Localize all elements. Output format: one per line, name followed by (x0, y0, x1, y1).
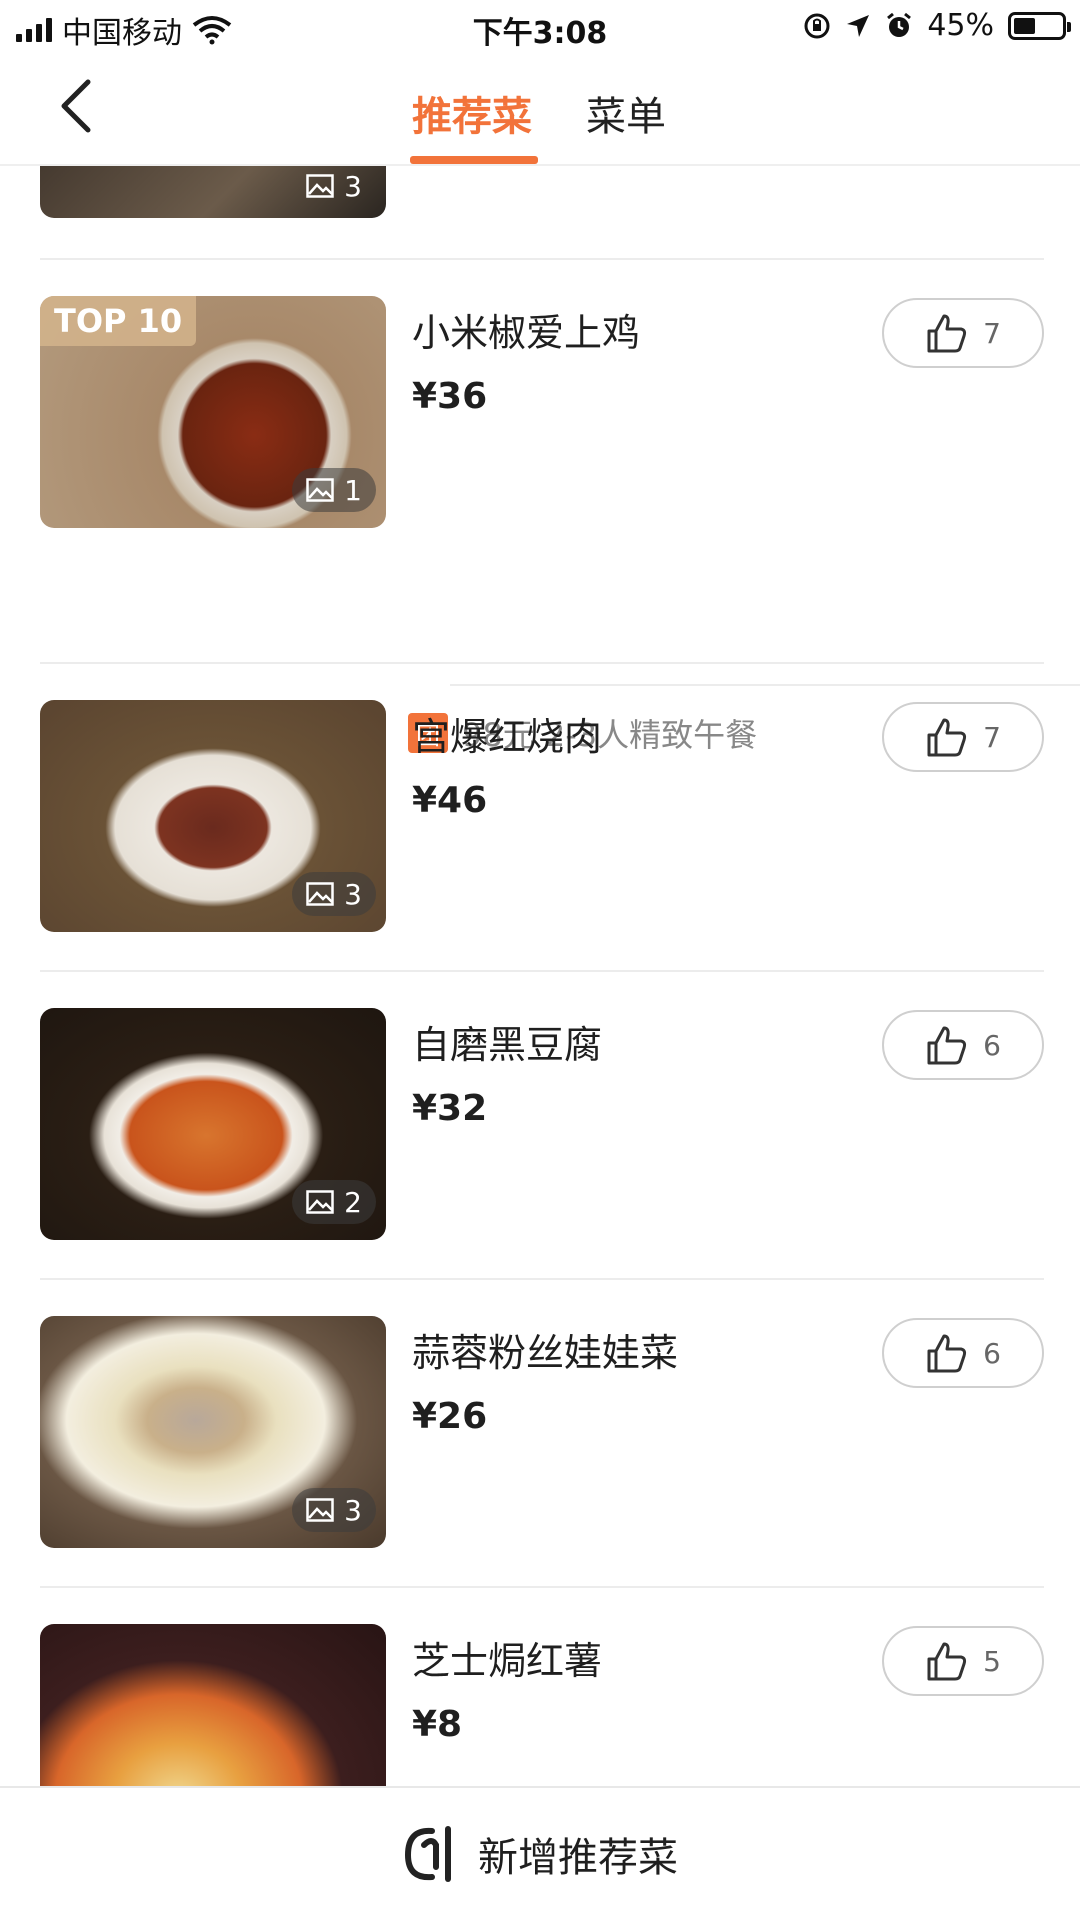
divider (40, 970, 1044, 972)
deal-divider (450, 684, 1080, 686)
like-count: 5 (983, 1644, 1001, 1678)
add-recommendation-label[interactable]: 新增推荐菜 (478, 1825, 678, 1883)
dish-photo[interactable]: TOP 10 1 (40, 296, 386, 528)
like-count: 6 (983, 1336, 1001, 1370)
dish-photo[interactable]: 3 (40, 166, 386, 218)
image-icon (306, 478, 334, 502)
like-count: 6 (983, 1028, 1001, 1062)
like-button[interactable]: 7 (882, 298, 1044, 368)
photo-count: 3 (344, 877, 362, 911)
dish-name[interactable]: 小米椒爱上鸡 (412, 302, 640, 357)
list-item[interactable]: TOP 10 1 小米椒爱上鸡 ¥36 7 团 98元 2-3人精致午餐 (40, 296, 1080, 754)
dish-list[interactable]: 3 TOP 10 1 小米椒爱上鸡 ¥36 7 团 98元 2-3人精致午餐 3… (0, 166, 1080, 1786)
photo-count-badge: 3 (292, 872, 376, 916)
thumbs-up-icon (927, 1642, 967, 1681)
thumbs-up-icon (927, 1026, 967, 1065)
dish-photo[interactable]: 2 (40, 1008, 386, 1240)
dish-name[interactable]: 自磨黑豆腐 (412, 1014, 602, 1069)
dish-price: ¥26 (412, 1396, 488, 1437)
like-button[interactable]: 6 (882, 1318, 1044, 1388)
image-icon (306, 1190, 334, 1214)
photo-count: 2 (344, 1185, 362, 1219)
image-icon (306, 882, 334, 906)
dish-photo[interactable]: 3 (40, 1316, 386, 1548)
location-icon (847, 14, 870, 37)
add-dish-icon (404, 1826, 451, 1882)
dish-name[interactable]: 宫爆红烧肉 (412, 706, 602, 761)
list-item[interactable]: 2 自磨黑豆腐 ¥32 6 (40, 1008, 1044, 1278)
list-item[interactable]: 3 蒜蓉粉丝娃娃菜 ¥26 6 (40, 1316, 1044, 1586)
chevron-left-icon[interactable] (50, 76, 110, 136)
rotation-lock-icon (804, 13, 830, 38)
like-button[interactable]: 5 (882, 1626, 1044, 1696)
like-count: 7 (983, 720, 1001, 754)
status-bar: 中国移动 下午3:08 45% (0, 0, 1080, 54)
add-recommendation-button[interactable]: 新增推荐菜 (0, 1786, 1080, 1920)
like-count: 7 (983, 316, 1001, 350)
status-right: 45% (803, 8, 1071, 43)
list-item[interactable]: 芝士焗红薯 ¥8 5 (40, 1624, 1044, 1786)
list-item-partial[interactable]: 3 (40, 166, 1040, 222)
tab-recommended[interactable]: 推荐菜 (412, 84, 532, 142)
alarm-icon (887, 12, 912, 37)
battery-icon (1008, 11, 1071, 40)
divider (40, 258, 1044, 260)
photo-count: 3 (344, 169, 362, 203)
dish-photo[interactable]: 3 (40, 700, 386, 932)
dish-price: ¥8 (412, 1704, 463, 1745)
active-tab-indicator (410, 156, 538, 164)
thumbs-up-icon (927, 314, 967, 353)
tab-menu[interactable]: 菜单 (586, 84, 666, 142)
divider (40, 1278, 1044, 1280)
photo-count-badge: 2 (292, 1180, 376, 1224)
photo-count-badge: 1 (292, 468, 376, 512)
dish-price: ¥46 (412, 780, 488, 821)
battery-percent: 45% (927, 8, 994, 43)
dish-name[interactable]: 蒜蓉粉丝娃娃菜 (412, 1322, 678, 1377)
divider (40, 662, 1044, 664)
photo-count-badge: 3 (292, 166, 376, 208)
like-button[interactable]: 6 (882, 1010, 1044, 1080)
list-item[interactable]: 3 宫爆红烧肉 ¥46 7 (40, 700, 1044, 970)
dish-name[interactable]: 芝士焗红薯 (412, 1630, 602, 1685)
photo-count-badge: 3 (292, 1488, 376, 1532)
app-screen: 中国移动 下午3:08 45% 推荐菜 菜单 3 TOP 10 1 小米椒爱上鸡… (0, 0, 1080, 1920)
nav-header: 推荐菜 菜单 (0, 54, 1080, 166)
image-icon (306, 174, 334, 198)
image-icon (306, 1498, 334, 1522)
thumbs-up-icon (927, 718, 967, 757)
battery-level (1014, 17, 1035, 34)
thumbs-up-icon (927, 1334, 967, 1373)
dish-price: ¥32 (412, 1088, 488, 1129)
photo-count: 3 (344, 1493, 362, 1527)
dish-price: ¥36 (412, 376, 488, 417)
like-button[interactable]: 7 (882, 702, 1044, 772)
top10-badge: TOP 10 (40, 296, 197, 346)
dish-photo[interactable] (40, 1624, 386, 1786)
divider (40, 1586, 1044, 1588)
photo-count: 1 (344, 473, 362, 507)
